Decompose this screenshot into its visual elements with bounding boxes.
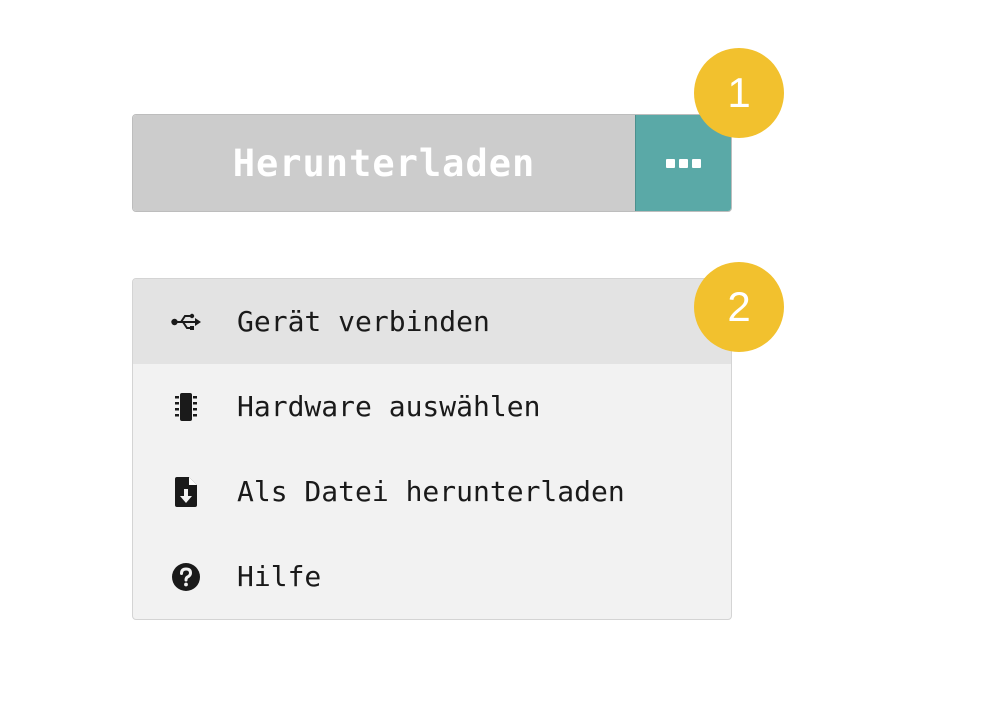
download-button[interactable]: Herunterladen xyxy=(133,115,635,211)
chip-icon xyxy=(171,392,201,422)
menu-item-download-as-file[interactable]: Als Datei herunterladen xyxy=(133,449,731,534)
step-badge-1: 1 xyxy=(694,48,784,138)
ellipsis-icon xyxy=(666,158,701,168)
menu-item-help[interactable]: Hilfe xyxy=(133,534,731,619)
download-options-menu: Gerät verbinden Hardware auswählen Als D… xyxy=(132,278,732,620)
usb-icon xyxy=(171,307,201,337)
step-badge-2: 2 xyxy=(694,262,784,352)
download-button-group: Herunterladen xyxy=(132,114,732,212)
file-download-icon xyxy=(171,476,201,507)
page: Herunterladen 1 Gerät verbinden Hardware… xyxy=(0,0,1001,701)
menu-item-select-hardware[interactable]: Hardware auswählen xyxy=(133,364,731,449)
help-circle-icon xyxy=(171,562,201,592)
menu-item-label: Als Datei herunterladen xyxy=(237,475,625,508)
menu-item-connect-device[interactable]: Gerät verbinden xyxy=(133,279,731,364)
menu-item-label: Gerät verbinden xyxy=(237,305,490,338)
menu-item-label: Hardware auswählen xyxy=(237,390,541,423)
menu-item-label: Hilfe xyxy=(237,560,322,593)
